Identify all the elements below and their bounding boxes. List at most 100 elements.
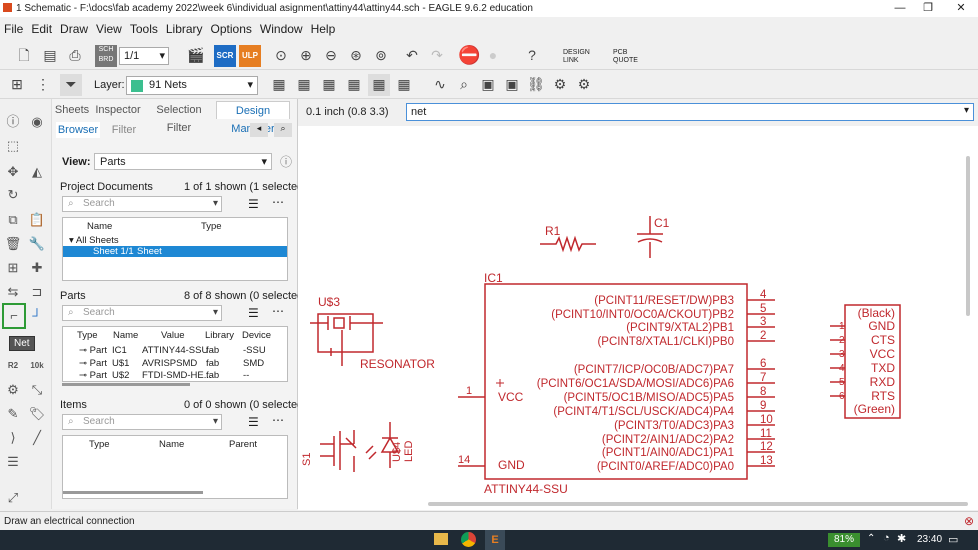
menu-view[interactable]: View — [92, 19, 126, 39]
clock[interactable]: 23:40 — [917, 534, 942, 545]
chip2-icon[interactable]: ▣ — [501, 74, 523, 96]
attribute-icon[interactable]: 🏷 — [26, 403, 48, 425]
zoom-redraw-icon[interactable]: ⊚ — [370, 45, 392, 67]
menu-window[interactable]: Window — [256, 19, 307, 39]
net-tool-icon[interactable]: ⌐ — [2, 303, 26, 329]
subtab-browser[interactable]: Browser — [56, 122, 100, 138]
sheet-row[interactable]: Sheet 1/1 Sheet — [63, 246, 287, 257]
menu-help[interactable]: Help — [307, 19, 340, 39]
schematic-canvas[interactable]: R1 C1 IC1 U$3 RESONATOR VCC GND 1 14 ATT… — [298, 126, 978, 510]
menu-draw[interactable]: Draw — [56, 19, 92, 39]
view-help-icon[interactable]: ⓘ — [280, 153, 292, 170]
link-add-icon[interactable]: ⛓ — [525, 74, 547, 96]
ulp-button[interactable]: ULP — [239, 45, 261, 67]
parts-scrollbar[interactable] — [62, 383, 190, 386]
pin-add-icon[interactable]: ✚ — [26, 257, 48, 279]
scr-button[interactable]: SCR — [214, 45, 236, 67]
print-icon[interactable]: ⎙ — [64, 45, 86, 67]
items-list-view-icon[interactable]: ☰ — [248, 415, 259, 429]
info-icon[interactable]: ⓘ — [2, 111, 24, 133]
menu-options[interactable]: Options — [207, 19, 256, 39]
list-view-icon[interactable]: ☰ — [248, 197, 259, 211]
layer-select[interactable]: 91 Nets ▾ — [126, 76, 258, 95]
zoom-fit-icon[interactable]: ⊙ — [270, 45, 292, 67]
sch-brd-icon[interactable]: SCH BRD — [95, 45, 117, 67]
eagle-taskbar-icon[interactable]: E — [485, 530, 505, 550]
parts-list-view-icon[interactable]: ☰ — [248, 306, 259, 320]
notification-icon[interactable]: ▭ — [948, 533, 958, 546]
items-more-icon[interactable]: ⋯ — [272, 413, 284, 427]
open-icon[interactable]: ▤ — [39, 45, 61, 67]
layout-icon-5[interactable]: ▦ — [368, 74, 390, 96]
wifi-icon[interactable]: ◔ — [883, 532, 890, 544]
help-icon[interactable]: ? — [521, 45, 543, 67]
notification-chevron-icon[interactable]: ⌃ — [867, 533, 875, 544]
gear2-icon[interactable]: ⚙ — [573, 74, 595, 96]
undo-icon[interactable]: ↶ — [401, 45, 423, 67]
eye-icon[interactable]: ◉ — [26, 111, 48, 133]
filter-icon[interactable]: ⏷ — [60, 74, 82, 96]
menu-tools[interactable]: Tools — [126, 19, 162, 39]
parts-search[interactable]: Search ⌕ ▾ — [62, 305, 222, 321]
chrome-icon[interactable] — [461, 532, 476, 547]
smash-icon[interactable]: ⚙ — [2, 379, 24, 401]
rotate-icon[interactable]: ↻ — [2, 184, 24, 206]
grid-dots-icon[interactable]: ⋮ — [32, 74, 54, 96]
tab-inspector[interactable]: Inspector — [94, 101, 142, 119]
battery-indicator[interactable]: 81% — [828, 533, 860, 547]
new-icon[interactable]: 🗋 — [13, 45, 35, 67]
replace-icon[interactable]: ⇆ — [2, 281, 24, 303]
miter-icon[interactable]: ⤡ — [26, 379, 48, 401]
zoom-in-icon[interactable]: ⊕ — [295, 45, 317, 67]
bluetooth-icon[interactable]: ✱ — [897, 532, 906, 545]
layout-icon-3[interactable]: ▦ — [318, 74, 340, 96]
bus-tool-icon[interactable]: ┘ — [26, 305, 48, 327]
name-icon[interactable]: R2 — [2, 355, 24, 377]
tab-design-manager[interactable]: Design Manager — [216, 101, 290, 135]
chip-icon[interactable]: ▣ — [477, 74, 499, 96]
project-docs-search[interactable]: Search ⌕ ▾ — [62, 196, 222, 212]
design-link-button[interactable]: DESIGN LINK — [563, 49, 603, 65]
zoom-select-icon[interactable]: ⊛ — [345, 45, 367, 67]
pcb-quote-button[interactable]: PCB QUOTE — [613, 49, 645, 65]
grid-icon[interactable]: ⊞ — [6, 74, 28, 96]
text-icon[interactable]: ☰ — [2, 451, 24, 473]
paste-icon[interactable]: 📋 — [26, 209, 48, 231]
redo-icon[interactable]: ↷ — [426, 45, 448, 67]
items-search[interactable]: Search ⌕ ▾ — [62, 414, 222, 430]
layout-icon-1[interactable]: ▦ — [268, 74, 290, 96]
wrench-icon[interactable]: 🔧 — [26, 233, 48, 255]
mirror-icon[interactable]: ◭ — [26, 161, 48, 183]
gear-icon[interactable]: ⚙ — [549, 74, 571, 96]
tree-group[interactable]: ▾ All Sheets — [69, 235, 119, 246]
status-stop-icon[interactable]: ⊗ — [964, 514, 974, 528]
menu-library[interactable]: Library — [162, 19, 207, 39]
value-icon[interactable]: 10k — [26, 355, 48, 377]
menu-file[interactable]: File — [0, 19, 27, 39]
panel-back-icon[interactable]: ◂ — [250, 123, 268, 137]
resistor-r1[interactable] — [540, 235, 596, 253]
menu-edit[interactable]: Edit — [27, 19, 56, 39]
layout-icon-2[interactable]: ▦ — [293, 74, 315, 96]
canvas-vscrollbar[interactable] — [966, 156, 970, 316]
add-part-icon[interactable]: ⊞ — [2, 257, 24, 279]
parts-more-icon[interactable]: ⋯ — [272, 304, 284, 318]
file-explorer-icon[interactable] — [434, 533, 448, 545]
subtab-filter[interactable]: Filter — [104, 122, 144, 138]
view-select[interactable]: Parts ▾ — [94, 153, 272, 170]
close-button[interactable]: ✕ — [946, 0, 976, 17]
copy-icon[interactable]: ⧉ — [2, 209, 24, 231]
tab-sheets[interactable]: Sheets — [54, 101, 90, 119]
layout-icon-6[interactable]: ▦ — [393, 74, 415, 96]
panel-search-icon[interactable]: ⌕ — [274, 123, 292, 137]
canvas-hscrollbar[interactable] — [428, 502, 968, 506]
search-net-icon[interactable]: ⌕ — [453, 74, 475, 96]
select-icon[interactable]: ⬚ — [2, 135, 24, 157]
sheet-select[interactable]: 1/1 ▾ — [119, 47, 169, 65]
zoom-out-icon[interactable]: ⊖ — [320, 45, 342, 67]
go-icon[interactable]: ● — [482, 45, 504, 67]
wave-icon[interactable]: ∿ — [429, 74, 451, 96]
cam-icon[interactable]: 🎬 — [185, 45, 207, 67]
split-icon[interactable]: ✎ — [2, 403, 24, 425]
gate-icon[interactable]: ⊐ — [26, 281, 48, 303]
